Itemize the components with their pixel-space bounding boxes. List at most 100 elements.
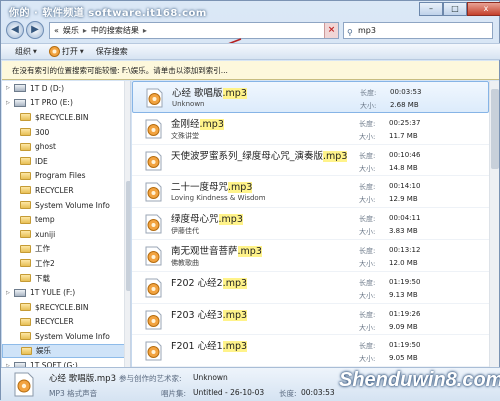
file-list-scroll-thumb[interactable] [491, 89, 499, 169]
file-duration: 01:19:26 [389, 309, 421, 318]
duration-label: 长度: [360, 89, 377, 97]
nav-item[interactable]: ▷ 1T D (D:) [2, 81, 130, 96]
details-artist[interactable]: Unknown [193, 373, 228, 382]
file-name: F201 心经1.mp3 [171, 338, 248, 353]
back-button[interactable]: ◀ [6, 21, 24, 39]
forward-button[interactable]: ▶ [26, 21, 44, 39]
nav-item[interactable]: xuniji [2, 227, 130, 242]
folder-icon [20, 274, 31, 283]
site-watermark: Shenduwin8.com [339, 369, 500, 391]
nav-item[interactable]: RECYCLER [2, 315, 130, 330]
nav-item-label: System Volume Info [35, 331, 110, 341]
save-search-button[interactable]: 保存搜索 [96, 46, 128, 57]
nav-item[interactable]: 工作2 [2, 256, 130, 271]
duration-label: 长度: [359, 151, 376, 160]
file-row[interactable]: 天使波罗蜜系列_绿度母心咒_演奏版.mp3 长度: 00:10:46 大小: 14.8 … [132, 145, 489, 177]
search-highlight: .mp3 [237, 245, 262, 257]
save-search-label: 保存搜索 [95, 47, 128, 56]
file-row[interactable]: 二十一度母咒.mp3 Loving Kindness & Wisdom 长度: 00:… [132, 176, 489, 209]
file-base-name: F201 心经1 [171, 341, 223, 353]
file-size: 14.8 MB [389, 163, 418, 172]
file-name: 金刚经.mp3 [171, 116, 224, 130]
file-size: 12.0 MB [389, 258, 418, 267]
file-row[interactable]: 心经 歌唱版.mp3 Unknown 长度: 00:03:53 大小: 2.68 MB [132, 81, 489, 113]
media-file-icon [146, 88, 163, 108]
nav-scrollbar[interactable] [124, 81, 130, 367]
folder-icon [20, 215, 31, 224]
file-base-name: F203 心经3 [171, 309, 223, 321]
duration-label: 长度: [359, 278, 376, 287]
search-input[interactable]: ⚲ mp3 [343, 22, 493, 39]
organize-label: 组织 [15, 47, 31, 56]
file-duration: 01:19:50 [389, 277, 421, 286]
nav-item-label: $RECYCLE.BIN [35, 112, 89, 122]
folder-icon [20, 332, 31, 341]
nav-item-label: 工作2 [35, 258, 55, 268]
duration-label: 长度: [359, 342, 376, 351]
nav-item[interactable]: $RECYCLE.BIN [2, 110, 130, 125]
file-list-scrollbar[interactable] [489, 81, 499, 367]
folder-icon [20, 201, 31, 210]
address-part: « [54, 26, 59, 35]
open-button[interactable]: 打开 ▼ [48, 46, 84, 57]
address-part[interactable]: ▸ [83, 26, 87, 35]
clear-search-button[interactable]: × [324, 23, 338, 38]
details-artist-label: 参与创作的艺术家: [119, 374, 182, 383]
details-duration-label: 长度: [279, 389, 297, 398]
expand-arrow-icon[interactable]: ▷ [6, 290, 14, 296]
nav-item[interactable]: ▷ 1T YULE (F:) [2, 285, 130, 300]
file-row[interactable]: F201 心经1.mp3 长度: 01:19:50 大小: 9.05 MB [132, 335, 489, 367]
file-artist: 伊藤佳代 [171, 227, 199, 236]
nav-item[interactable]: temp [2, 212, 130, 227]
maximize-button[interactable]: □ [443, 2, 467, 16]
address-part[interactable]: 娱乐 [63, 25, 79, 36]
nav-item[interactable]: 下载 [2, 271, 130, 286]
nav-item[interactable]: 300 [2, 125, 130, 140]
forward-arrow-icon: ▶ [31, 24, 39, 35]
size-label: 大小: [359, 291, 376, 300]
nav-item[interactable]: ▷ 1T PRO (E:) [2, 96, 130, 111]
nav-item[interactable]: ghost [2, 139, 130, 154]
file-row[interactable]: 南无观世音菩萨.mp3 佛教歌曲 长度: 00:13:12 大小: 12.0 MB [132, 240, 489, 272]
file-duration: 00:04:11 [389, 214, 421, 223]
nav-item-label: RECYCLER [35, 317, 74, 327]
media-file-icon [145, 310, 162, 330]
index-info-bar[interactable]: 在没有索引的位置搜索可能较慢: F:\娱乐。请单击以添加到索引... [2, 61, 499, 80]
minimize-button[interactable]: – [419, 2, 443, 16]
expand-arrow-icon[interactable]: ▷ [6, 85, 14, 91]
size-label: 大小: [360, 102, 377, 110]
organize-button[interactable]: 组织 ▼ [15, 46, 37, 57]
file-row[interactable]: 金刚经.mp3 文殊讲堂 长度: 00:25:37 大小: 11.7 MB [132, 113, 489, 145]
media-file-icon [145, 246, 162, 266]
nav-item[interactable]: IDE [2, 154, 130, 169]
nav-item[interactable]: ▷ 1T SOFT (G:) [2, 358, 130, 367]
nav-item-label: IDE [35, 156, 48, 166]
file-name: 南无观世音菩萨.mp3 [171, 243, 262, 257]
expand-arrow-icon[interactable]: ▷ [6, 100, 14, 106]
nav-item[interactable]: Program Files [2, 169, 130, 184]
nav-item[interactable]: $RECYCLE.BIN [2, 300, 130, 315]
media-file-icon [145, 182, 162, 202]
file-base-name: 南无观世音菩萨 [171, 245, 238, 257]
nav-item[interactable]: RECYCLER [2, 183, 130, 198]
drive-icon [14, 288, 26, 297]
folder-icon [20, 303, 31, 312]
close-button[interactable]: x [467, 2, 500, 16]
details-album[interactable]: Untitled - 26-10-03 [193, 388, 264, 397]
file-row[interactable]: F203 心经3.mp3 长度: 01:19:26 大小: 9.09 MB [132, 304, 489, 336]
nav-item-label: 300 [35, 127, 50, 137]
file-row[interactable]: F202 心经2.mp3 长度: 01:19:50 大小: 9.13 MB [132, 272, 489, 304]
address-part[interactable]: ▸ [143, 26, 147, 35]
file-duration: 00:14:10 [389, 182, 421, 191]
file-size: 11.7 MB [389, 131, 418, 140]
size-label: 大小: [359, 228, 376, 237]
nav-item[interactable]: 娱乐 [2, 343, 130, 359]
navigation-tree: ▷ 1T D (D:) ▷ 1T PRO (E:) $RECYCLE.BIN 300 gho… [2, 81, 130, 367]
nav-item[interactable]: System Volume Info [2, 198, 130, 213]
address-bar[interactable]: « 娱乐 ▸ 中的搜索结果 ▸ × [49, 22, 339, 39]
nav-item-label: xuniji [35, 229, 56, 239]
file-row[interactable]: 绿度母心咒.mp3 伊藤佳代 长度: 00:04:11 大小: 3.83 MB [132, 208, 489, 240]
nav-item[interactable]: 工作 [2, 242, 130, 257]
nav-scroll-thumb[interactable] [126, 181, 130, 291]
nav-item[interactable]: System Volume Info [2, 329, 130, 344]
